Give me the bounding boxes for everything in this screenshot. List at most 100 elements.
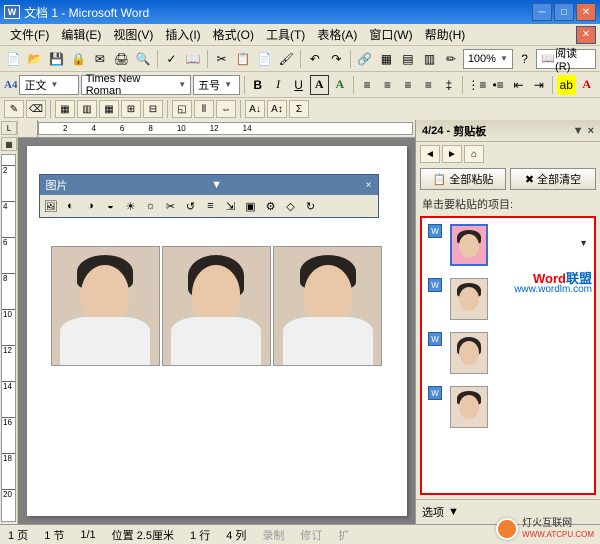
align-center-icon[interactable]: ≡ xyxy=(378,75,396,95)
style-select[interactable]: 正文▼ xyxy=(19,75,78,95)
task-pane-close-icon[interactable]: × xyxy=(588,125,594,137)
format-picture-icon[interactable]: ⚙ xyxy=(262,197,280,215)
menu-window[interactable]: 窗口(W) xyxy=(363,24,418,45)
redo-icon[interactable]: ↷ xyxy=(327,49,347,69)
color-icon[interactable]: ◐ xyxy=(62,197,80,215)
picture-toolbar-close[interactable]: × xyxy=(366,180,372,191)
permission-icon[interactable]: 🔒 xyxy=(69,49,89,69)
doc-close-button[interactable]: ✕ xyxy=(576,26,596,44)
minimize-button[interactable]: ─ xyxy=(532,3,552,21)
eraser-icon[interactable]: ⌫ xyxy=(26,100,46,118)
compress-icon[interactable]: ⇲ xyxy=(222,197,240,215)
columns-icon[interactable]: ▥ xyxy=(420,49,440,69)
menu-table[interactable]: 表格(A) xyxy=(311,24,363,45)
insert-col-icon[interactable]: ▥ xyxy=(77,100,97,118)
hyperlink-icon[interactable]: 🔗 xyxy=(355,49,375,69)
format-painter-icon[interactable]: 🖌 xyxy=(277,49,297,69)
preview-icon[interactable]: 🔍 xyxy=(133,49,153,69)
italic-button[interactable]: I xyxy=(269,75,287,95)
styles-A-icon[interactable]: A4 xyxy=(4,79,17,91)
text-direction-icon[interactable]: A↓ xyxy=(245,100,265,118)
nav-back-icon[interactable]: ◄ xyxy=(420,145,440,163)
more-contrast-icon[interactable]: ◑ xyxy=(82,197,100,215)
numbering-icon[interactable]: ⋮≡ xyxy=(467,75,487,95)
menu-format[interactable]: 格式(O) xyxy=(207,24,260,45)
bullets-icon[interactable]: •≡ xyxy=(489,75,507,95)
spell-icon[interactable]: ✓ xyxy=(162,49,182,69)
menu-edit[interactable]: 编辑(E) xyxy=(55,24,107,45)
research-icon[interactable]: 📖 xyxy=(183,49,203,69)
font-color-icon[interactable]: A xyxy=(578,75,596,95)
document-page[interactable]: 图片 ▼ × 🖼 ◐ ◑ ◒ ☀ ☼ ✂ ↺ ≡ ⇲ xyxy=(27,146,407,516)
nav-home-icon[interactable]: ⌂ xyxy=(464,145,484,163)
view-normal-icon[interactable]: L xyxy=(1,121,17,135)
sort-icon[interactable]: A↕ xyxy=(267,100,287,118)
less-contrast-icon[interactable]: ◒ xyxy=(102,197,120,215)
draw-table-icon[interactable]: ✎ xyxy=(4,100,24,118)
autosum-icon[interactable]: Σ xyxy=(289,100,309,118)
merge-icon[interactable]: ⊞ xyxy=(121,100,141,118)
bold-button[interactable]: B xyxy=(249,75,267,95)
align-left-icon[interactable]: ≡ xyxy=(358,75,376,95)
clipboard-item[interactable]: W xyxy=(422,380,594,434)
excel-icon[interactable]: ▤ xyxy=(398,49,418,69)
font-select[interactable]: Times New Roman▼ xyxy=(81,75,191,95)
underline-button[interactable]: U xyxy=(289,75,307,95)
copy-icon[interactable]: 📋 xyxy=(233,49,253,69)
zoom-select[interactable]: 100%▼ xyxy=(463,49,513,69)
drawing-icon[interactable]: ✏ xyxy=(441,49,461,69)
crop-icon[interactable]: ✂ xyxy=(162,197,180,215)
image-1[interactable] xyxy=(51,246,160,366)
insert-picture-icon[interactable]: 🖼 xyxy=(42,197,60,215)
menu-insert[interactable]: 插入(I) xyxy=(159,24,206,45)
size-select[interactable]: 五号▼ xyxy=(193,75,240,95)
line-style-icon[interactable]: ≡ xyxy=(202,197,220,215)
close-button[interactable]: ✕ xyxy=(576,3,596,21)
line-spacing-icon[interactable]: ‡ xyxy=(440,75,458,95)
save-icon[interactable]: 💾 xyxy=(47,49,67,69)
align-right-icon[interactable]: ≡ xyxy=(399,75,417,95)
paste-all-button[interactable]: 📋全部粘贴 xyxy=(420,168,506,190)
nav-fwd-icon[interactable]: ► xyxy=(442,145,462,163)
clipboard-item[interactable]: W ▼ xyxy=(422,218,594,272)
autofit-icon[interactable]: ⇔ xyxy=(216,100,236,118)
task-pane-dropdown-icon[interactable]: ▼ xyxy=(573,125,584,137)
delete-row-icon[interactable]: ▦ xyxy=(99,100,119,118)
read-button[interactable]: 📖 阅读(R) xyxy=(536,49,596,69)
undo-icon[interactable]: ↶ xyxy=(305,49,325,69)
transparent-icon[interactable]: ◇ xyxy=(282,197,300,215)
indent-inc-icon[interactable]: ⇥ xyxy=(530,75,548,95)
menu-help[interactable]: 帮助(H) xyxy=(419,24,472,45)
new-doc-icon[interactable]: 📄 xyxy=(4,49,24,69)
help-icon[interactable]: ? xyxy=(515,49,535,69)
print-icon[interactable]: 🖨 xyxy=(112,49,132,69)
align-tl-icon[interactable]: ◱ xyxy=(172,100,192,118)
picture-toolbar[interactable]: 图片 ▼ × 🖼 ◐ ◑ ◒ ☀ ☼ ✂ ↺ ≡ ⇲ xyxy=(39,174,379,218)
split-icon[interactable]: ⊟ xyxy=(143,100,163,118)
highlight-icon[interactable]: ab xyxy=(557,75,575,95)
clipboard-item[interactable]: W xyxy=(422,326,594,380)
chevron-down-icon[interactable]: ▼ xyxy=(211,179,222,191)
menu-tools[interactable]: 工具(T) xyxy=(260,24,311,45)
more-bright-icon[interactable]: ☀ xyxy=(122,197,140,215)
reset-picture-icon[interactable]: ↻ xyxy=(302,197,320,215)
image-2[interactable] xyxy=(162,246,271,366)
open-icon[interactable]: 📂 xyxy=(26,49,46,69)
char-shading-button[interactable]: A xyxy=(331,75,349,95)
text-wrap-icon[interactable]: ▣ xyxy=(242,197,260,215)
maximize-button[interactable]: □ xyxy=(554,3,574,21)
paste-icon[interactable]: 📄 xyxy=(255,49,275,69)
clear-all-button[interactable]: ✖全部清空 xyxy=(510,168,596,190)
align-justify-icon[interactable]: ≡ xyxy=(419,75,437,95)
vertical-ruler[interactable]: 2468101214161820 xyxy=(1,154,16,522)
char-border-button[interactable]: A xyxy=(310,75,329,95)
view-web-icon[interactable]: ▦ xyxy=(1,137,17,151)
image-3[interactable] xyxy=(273,246,382,366)
menu-view[interactable]: 视图(V) xyxy=(107,24,159,45)
horizontal-ruler[interactable]: 2468101214 xyxy=(38,122,413,135)
indent-dec-icon[interactable]: ⇤ xyxy=(509,75,527,95)
email-icon[interactable]: ✉ xyxy=(90,49,110,69)
less-bright-icon[interactable]: ☼ xyxy=(142,197,160,215)
cut-icon[interactable]: ✂ xyxy=(212,49,232,69)
rotate-left-icon[interactable]: ↺ xyxy=(182,197,200,215)
